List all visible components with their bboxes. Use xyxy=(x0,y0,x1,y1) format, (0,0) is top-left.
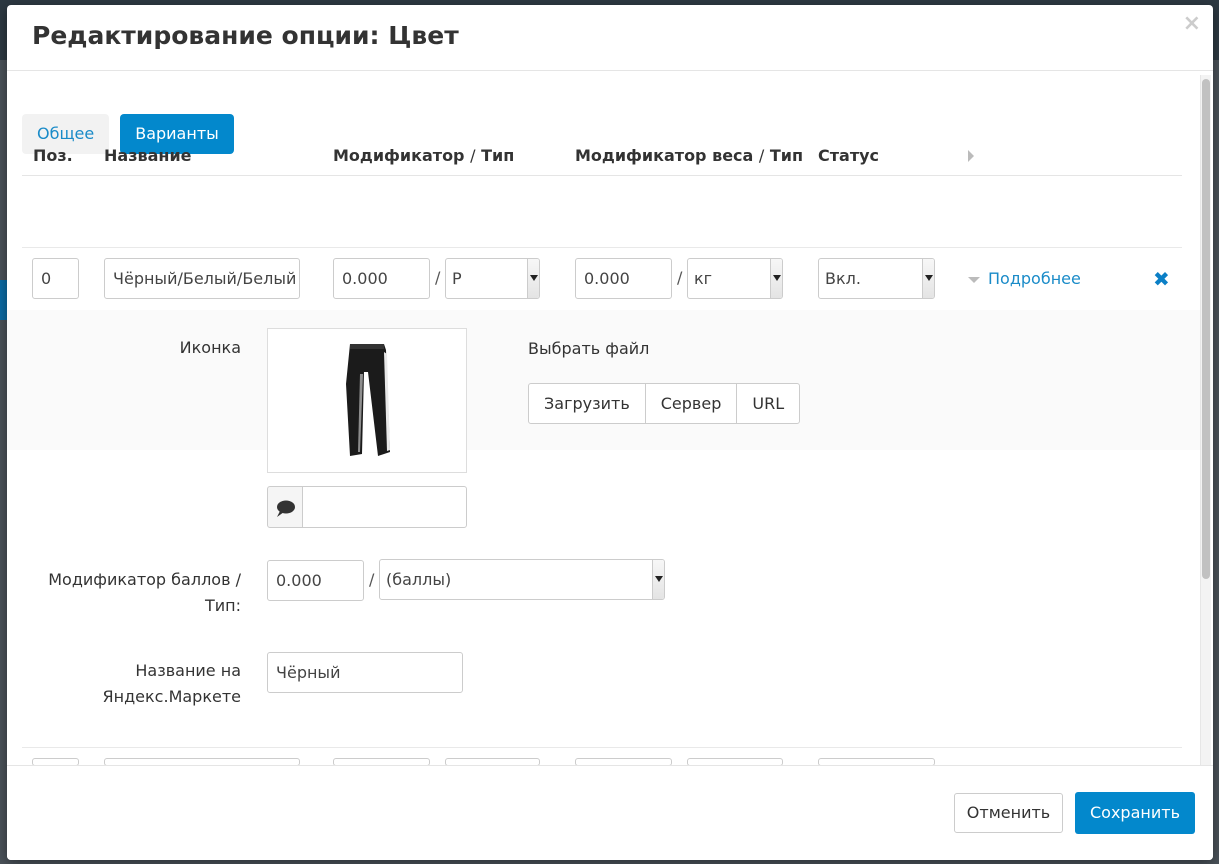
more-details-label: Подробнее xyxy=(988,269,1081,288)
points-modifier-label: Модификатор баллов / Тип: xyxy=(37,567,241,619)
header-modifier-label: Модификатор xyxy=(333,146,465,165)
alt-text-group xyxy=(267,486,467,528)
speech-bubble-icon[interactable] xyxy=(267,486,303,528)
slash-separator: / xyxy=(435,268,441,287)
tabs-divider xyxy=(22,175,1182,176)
variant-name-input[interactable]: Чёрный/Белый/Белый xyxy=(104,258,300,299)
url-button[interactable]: URL xyxy=(736,383,801,424)
points-modifier-input[interactable]: 0.000 xyxy=(267,560,364,601)
cancel-button[interactable]: Отменить xyxy=(954,793,1063,833)
header-separator: / xyxy=(470,146,476,165)
yandex-label-line1: Название на xyxy=(135,661,241,680)
delete-variant-icon[interactable]: ✖ xyxy=(1153,267,1170,291)
weight-type-select[interactable]: кг xyxy=(687,258,783,299)
header-modifier: Модификатор / Тип xyxy=(333,146,514,165)
modal-header: Редактирование опции: Цвет × xyxy=(7,5,1213,71)
points-type-select[interactable]: (баллы) xyxy=(379,559,665,600)
header-divider xyxy=(22,247,1182,248)
modal-title: Редактирование опции: Цвет xyxy=(32,21,459,50)
status-value: Вкл. xyxy=(825,269,861,288)
position-input[interactable]: 0 xyxy=(32,258,79,299)
choose-file-label: Выбрать файл xyxy=(528,339,650,358)
header-weight-modifier: Модификатор веса / Тип xyxy=(575,146,803,165)
scrollbar-thumb[interactable] xyxy=(1202,79,1210,579)
header-status: Статус xyxy=(818,146,879,165)
header-type-label: Тип xyxy=(481,146,515,165)
yandex-name-input[interactable]: Чёрный xyxy=(267,652,463,693)
server-button[interactable]: Сервер xyxy=(644,383,738,424)
header-weight-type-label: Тип xyxy=(769,146,804,165)
pants-image xyxy=(346,344,390,456)
status-select[interactable]: Вкл. xyxy=(818,258,935,299)
modifier-type-value: Р xyxy=(452,269,462,288)
save-button[interactable]: Сохранить xyxy=(1075,792,1195,834)
points-label-line2: Тип: xyxy=(204,596,241,615)
header-name: Название xyxy=(104,146,192,165)
upload-button[interactable]: Загрузить xyxy=(528,383,646,424)
variant-icon-image[interactable] xyxy=(267,328,467,473)
more-details-link[interactable]: Подробнее xyxy=(968,269,1081,288)
expand-all-icon[interactable] xyxy=(968,150,974,162)
weight-type-value: кг xyxy=(694,269,713,288)
points-type-value: (баллы) xyxy=(386,570,452,589)
chevron-down-icon xyxy=(652,560,664,599)
header-pos: Поз. xyxy=(33,146,73,165)
weight-modifier-input[interactable]: 0.000 xyxy=(575,258,672,299)
points-label-line1: Модификатор баллов / xyxy=(48,570,241,589)
slash-separator: / xyxy=(677,268,683,287)
chevron-down-icon xyxy=(527,259,539,298)
caret-down-icon xyxy=(968,276,980,283)
modifier-input[interactable]: 0.000 xyxy=(333,258,430,299)
slash-separator: / xyxy=(369,570,375,589)
modal-footer: Отменить Сохранить xyxy=(7,765,1213,860)
yandex-name-label: Название на Яндекс.Маркете xyxy=(37,658,241,710)
chevron-down-icon xyxy=(770,259,782,298)
edit-option-modal: Редактирование опции: Цвет × Общее Вариа… xyxy=(7,5,1213,860)
alt-text-input[interactable] xyxy=(302,486,467,528)
modal-scrollbar[interactable] xyxy=(1200,75,1211,765)
yandex-label-line2: Яндекс.Маркете xyxy=(102,687,241,706)
header-separator: / xyxy=(758,146,765,165)
icon-label: Иконка xyxy=(179,338,241,357)
upload-button-group: Загрузить Сервер URL xyxy=(528,383,801,424)
header-weight-label: Модификатор веса xyxy=(575,146,754,165)
row-divider xyxy=(22,747,1182,748)
variant-details-panel xyxy=(7,310,1213,450)
close-icon[interactable]: × xyxy=(1183,13,1201,35)
chevron-down-icon xyxy=(922,259,934,298)
modifier-type-select[interactable]: Р xyxy=(445,258,540,299)
